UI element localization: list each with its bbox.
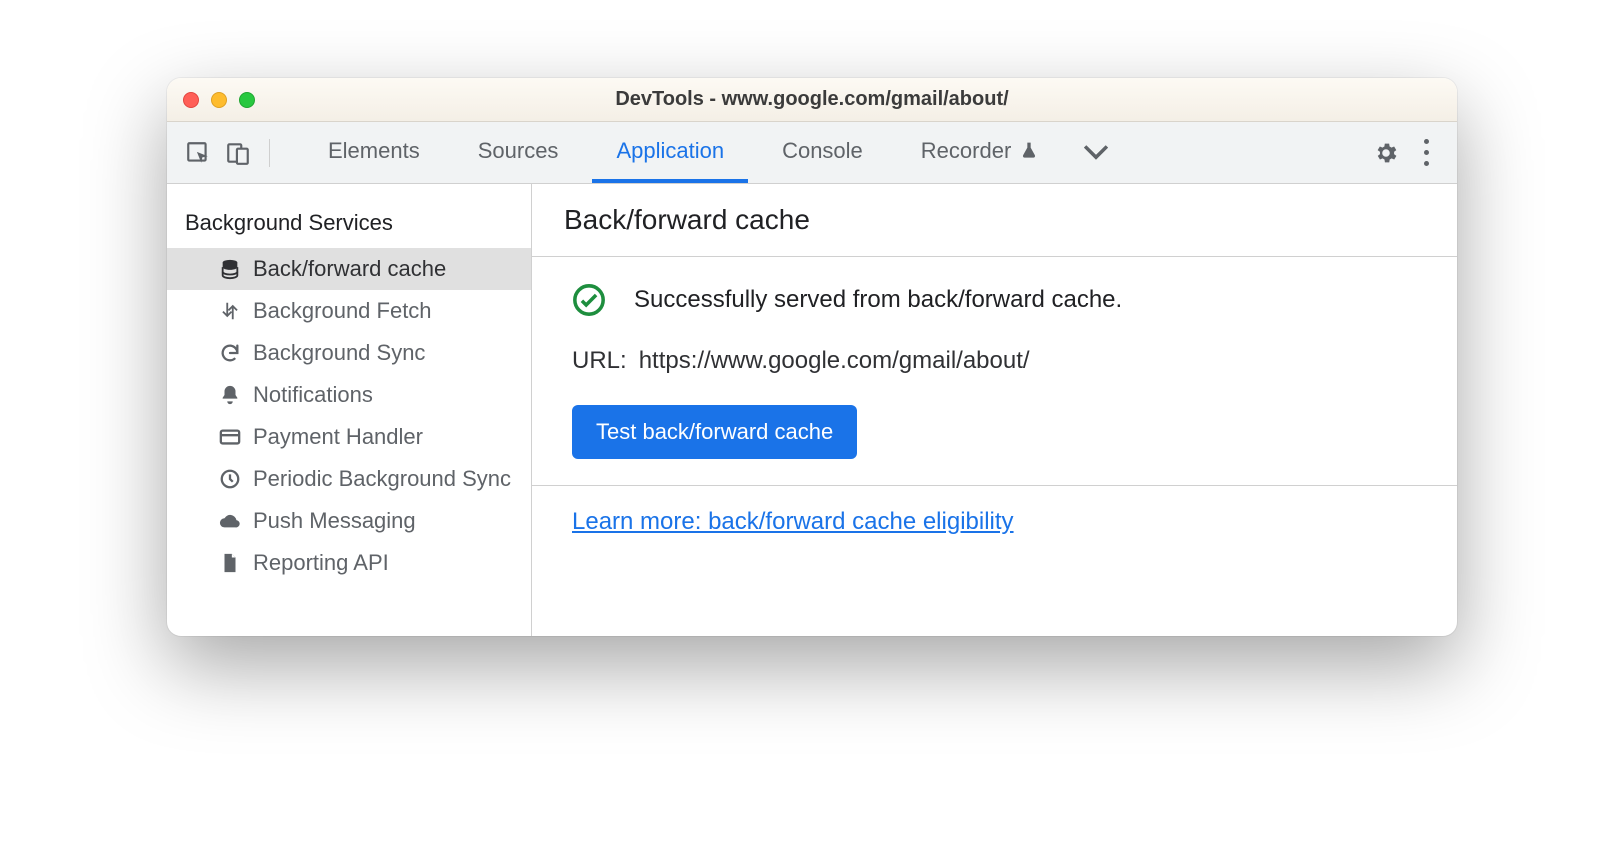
sidebar-item-payment-handler[interactable]: Payment Handler (167, 416, 531, 458)
panel-content: Successfully served from back/forward ca… (532, 257, 1457, 486)
window-controls (183, 92, 255, 108)
panel-tabs: Elements Sources Application Console Rec… (304, 122, 1063, 183)
sidebar-section-heading: Background Services (167, 200, 531, 246)
tab-label: Console (782, 138, 863, 164)
sidebar-item-background-sync[interactable]: Background Sync (167, 332, 531, 374)
panel-title: Back/forward cache (532, 184, 1457, 257)
status-message: Successfully served from back/forward ca… (634, 286, 1122, 314)
device-toolbar-icon[interactable] (221, 136, 255, 170)
bell-icon (217, 382, 243, 408)
document-icon (217, 550, 243, 576)
sidebar-item-notifications[interactable]: Notifications (167, 374, 531, 416)
status-row: Successfully served from back/forward ca… (572, 283, 1417, 317)
devtools-window: DevTools - www.google.com/gmail/about/ E… (167, 78, 1457, 636)
sidebar-item-label: Push Messaging (253, 508, 416, 534)
tab-label: Elements (328, 138, 420, 164)
tab-application[interactable]: Application (592, 122, 748, 183)
sidebar-item-label: Background Sync (253, 340, 425, 366)
credit-card-icon (217, 424, 243, 450)
sidebar-item-label: Back/forward cache (253, 256, 446, 282)
tab-console[interactable]: Console (758, 122, 887, 183)
titlebar: DevTools - www.google.com/gmail/about/ (167, 78, 1457, 122)
sidebar-item-label: Periodic Background Sync (253, 466, 511, 492)
settings-icon[interactable] (1369, 136, 1403, 170)
application-sidebar: Background Services Back/forward cache B… (167, 184, 532, 636)
bfcache-panel: Back/forward cache Successfully served f… (532, 184, 1457, 636)
url-row: URL: https://www.google.com/gmail/about/ (572, 347, 1417, 375)
tab-label: Recorder (921, 138, 1011, 164)
sidebar-item-periodic-sync[interactable]: Periodic Background Sync (167, 458, 531, 500)
tab-label: Application (616, 138, 724, 164)
more-options-icon[interactable] (1409, 136, 1443, 170)
tab-elements[interactable]: Elements (304, 122, 444, 183)
learn-more-link[interactable]: Learn more: back/forward cache eligibili… (572, 508, 1014, 535)
database-icon (217, 256, 243, 282)
cloud-icon (217, 508, 243, 534)
sidebar-item-label: Payment Handler (253, 424, 423, 450)
panel-body: Background Services Back/forward cache B… (167, 184, 1457, 636)
toolbar-divider (269, 139, 270, 167)
sidebar-item-label: Reporting API (253, 550, 389, 576)
minimize-window-button[interactable] (211, 92, 227, 108)
url-value: https://www.google.com/gmail/about/ (639, 347, 1030, 375)
flask-icon (1019, 141, 1039, 161)
sidebar-item-push-messaging[interactable]: Push Messaging (167, 500, 531, 542)
clock-icon (217, 466, 243, 492)
tab-label: Sources (478, 138, 559, 164)
window-title: DevTools - www.google.com/gmail/about/ (167, 88, 1457, 111)
url-label: URL: (572, 347, 627, 375)
sidebar-item-label: Background Fetch (253, 298, 432, 324)
sidebar-item-label: Notifications (253, 382, 373, 408)
sidebar-item-background-fetch[interactable]: Background Fetch (167, 290, 531, 332)
inspect-element-icon[interactable] (181, 136, 215, 170)
sync-icon (217, 340, 243, 366)
tab-recorder[interactable]: Recorder (897, 122, 1063, 183)
panel-footer: Learn more: back/forward cache eligibili… (532, 486, 1457, 558)
maximize-window-button[interactable] (239, 92, 255, 108)
success-check-icon (572, 283, 606, 317)
test-bfcache-button[interactable]: Test back/forward cache (572, 405, 857, 459)
devtools-toolbar: Elements Sources Application Console Rec… (167, 122, 1457, 184)
close-window-button[interactable] (183, 92, 199, 108)
sidebar-items: Back/forward cache Background Fetch Back… (167, 248, 531, 584)
sidebar-item-reporting-api[interactable]: Reporting API (167, 542, 531, 584)
sidebar-item-bfcache[interactable]: Back/forward cache (167, 248, 531, 290)
fetch-arrows-icon (217, 298, 243, 324)
more-tabs-button[interactable] (1069, 144, 1123, 162)
tab-sources[interactable]: Sources (454, 122, 583, 183)
